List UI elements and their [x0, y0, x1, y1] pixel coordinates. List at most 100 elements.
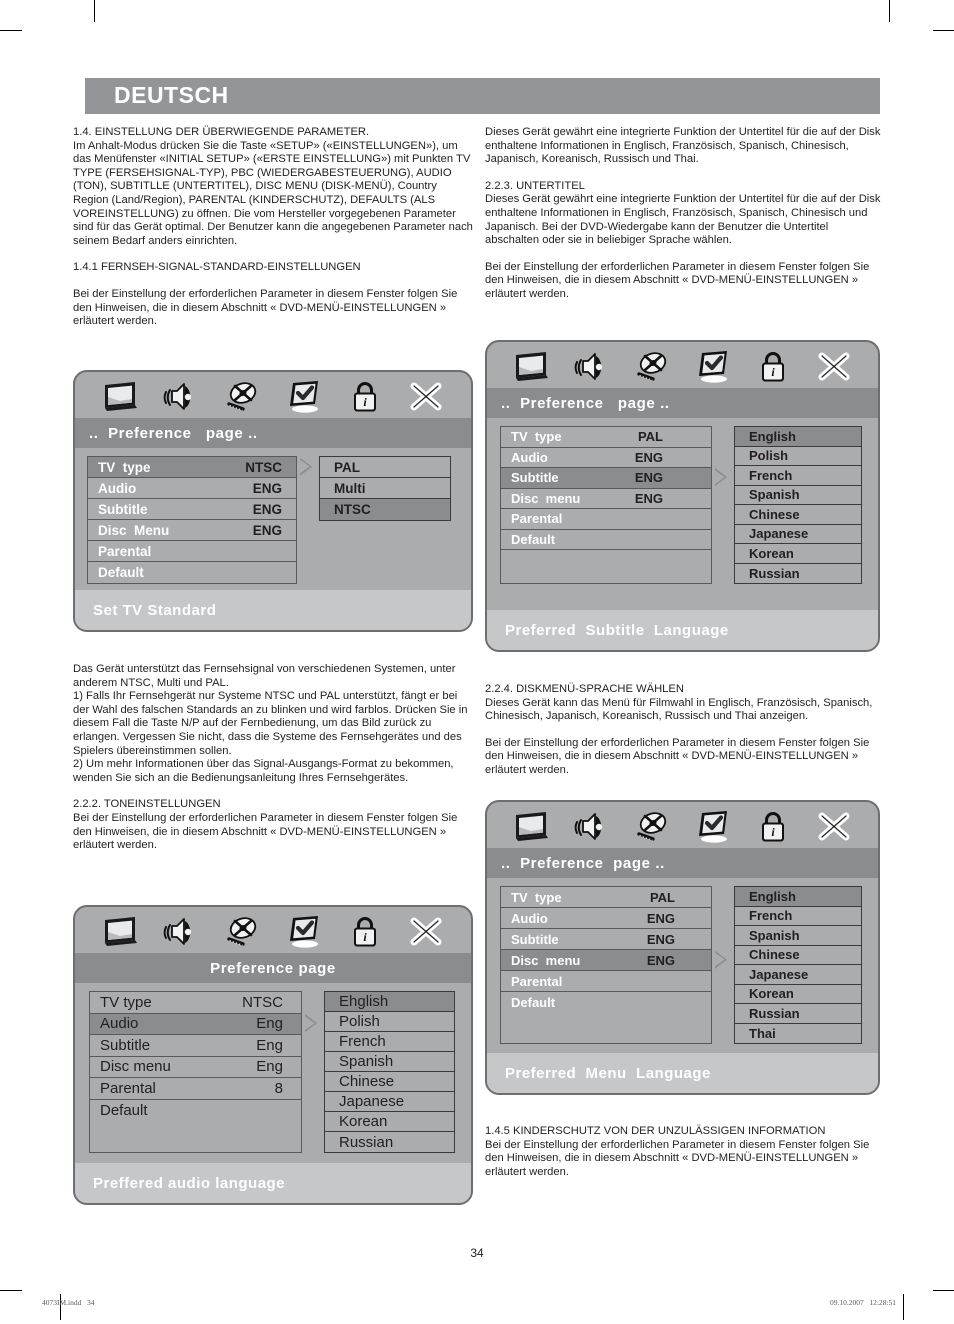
setting-value: ENG	[634, 490, 663, 506]
setting-row-audio[interactable]: Audio Eng	[90, 1013, 301, 1035]
osd-status-text: Preferred Menu Language	[505, 1064, 711, 1082]
option-row-japanese[interactable]: Japanese	[325, 1092, 454, 1112]
option-row-chinese[interactable]: Chinese	[325, 1072, 454, 1092]
setting-row-disc-menu[interactable]: Disc menu ENG	[501, 489, 711, 509]
crop-mark-top-right-horizontal	[933, 30, 954, 31]
close-x-icon[interactable]	[814, 809, 854, 845]
setting-row-parental[interactable]: Parental	[501, 971, 711, 992]
option-row-spanish[interactable]: Spanish	[735, 486, 861, 505]
setting-row-default[interactable]: Default	[501, 530, 711, 550]
setting-row-tv-type[interactable]: TV type PAL	[501, 887, 711, 908]
setting-row-parental[interactable]: Parental	[88, 541, 296, 562]
setting-row-default[interactable]: Default	[88, 562, 296, 583]
padlock-icon[interactable]: i	[753, 809, 793, 845]
setting-row-default[interactable]: Default	[501, 992, 711, 1013]
option-row-chinese[interactable]: Chinese	[735, 505, 861, 525]
setting-row-tv-type[interactable]: TV type PAL	[501, 427, 711, 448]
preference-check-icon[interactable]	[693, 349, 733, 385]
close-x-icon[interactable]	[406, 914, 446, 950]
tv-icon[interactable]	[511, 809, 551, 845]
option-row-multi[interactable]: Multi	[320, 478, 450, 499]
disc-icon[interactable]	[222, 914, 262, 950]
setting-row-audio[interactable]: Audio ENG	[501, 908, 711, 929]
option-row-spanish[interactable]: Spanish	[325, 1052, 454, 1072]
setting-row-audio[interactable]: Audio ENG	[501, 448, 711, 468]
setting-row-empty[interactable]	[501, 550, 711, 571]
close-x-icon[interactable]	[814, 349, 854, 385]
setting-label: Parental	[98, 543, 152, 559]
osd-titlebar: .. Preference page ..	[75, 418, 471, 448]
setting-row-tv-type[interactable]: TV type NTSC	[90, 992, 301, 1014]
heading-2-2-3: 2.2.3. UNTERTITEL	[485, 179, 585, 192]
left-column-text-block-2: Das Gerät unterstützt das Fernsehsignal …	[73, 663, 473, 853]
osd-icon-row: i	[487, 802, 878, 848]
setting-value: ENG	[646, 910, 675, 926]
setting-row-parental[interactable]: Parental	[501, 509, 711, 530]
tv-icon[interactable]	[100, 914, 140, 950]
setting-label: Subtitle	[98, 501, 148, 517]
option-row-korean[interactable]: Korean	[735, 985, 861, 1004]
note-2-2-3: Bei der Einstellung der erforderlichen P…	[485, 260, 870, 300]
option-row-pal[interactable]: PAL	[320, 457, 450, 478]
speaker-icon[interactable]	[161, 379, 201, 415]
option-row-thai[interactable]: Thai	[735, 1024, 861, 1044]
setting-row-subtitle[interactable]: Subtitle ENG	[501, 468, 711, 489]
option-row-polish[interactable]: Polish	[325, 1012, 454, 1032]
setting-label: Disc Menu	[98, 522, 170, 538]
option-row-russian[interactable]: Russian	[325, 1132, 454, 1152]
setting-row-subtitle[interactable]: Subtitle ENG	[501, 929, 711, 950]
setting-row-subtitle[interactable]: Subtitle ENG	[88, 499, 296, 520]
speaker-icon[interactable]	[572, 349, 612, 385]
setting-row-disc-menu[interactable]: Disc menu Eng	[90, 1057, 301, 1078]
option-row-spanish[interactable]: Spanish	[735, 926, 861, 946]
setting-row-default[interactable]: Default	[90, 1100, 301, 1122]
setting-row-parental[interactable]: Parental 8	[90, 1078, 301, 1100]
option-row-korean[interactable]: Korean	[325, 1112, 454, 1132]
osd-icon-row: i	[487, 342, 878, 388]
padlock-icon[interactable]: i	[345, 914, 385, 950]
setting-label: Default	[511, 995, 556, 1010]
setting-label: Disc menu	[100, 1058, 171, 1076]
option-row-japanese[interactable]: Japanese	[735, 965, 861, 985]
selection-arrow-icon	[715, 950, 727, 969]
option-row-english[interactable]: English	[735, 887, 861, 907]
setting-row-disc-menu[interactable]: Disc menu ENG	[501, 950, 711, 971]
crop-mark-bottom-left-horizontal	[0, 1290, 22, 1291]
preference-check-icon[interactable]	[284, 379, 324, 415]
option-row-english[interactable]: English	[735, 427, 861, 447]
option-row-polish[interactable]: Polish	[735, 447, 861, 466]
crop-mark-top-right-vertical	[889, 0, 890, 22]
osd-body: TV type NTSC Audio Eng Subtitle Eng Disc menu E…	[75, 983, 471, 1153]
disc-icon[interactable]	[222, 379, 262, 415]
setting-row-audio[interactable]: Audio ENG	[88, 478, 296, 499]
speaker-icon[interactable]	[572, 809, 612, 845]
osd-arrow-column	[297, 456, 319, 584]
option-row-korean[interactable]: Korean	[735, 544, 861, 564]
disc-icon[interactable]	[632, 349, 672, 385]
padlock-icon[interactable]: i	[753, 349, 793, 385]
setting-row-disc-menu[interactable]: Disc Menu ENG	[88, 520, 296, 541]
setting-label: Subtitle	[511, 470, 559, 486]
setting-row-tv-type[interactable]: TV type NTSC	[88, 457, 296, 478]
speaker-icon[interactable]	[161, 914, 201, 950]
tv-icon[interactable]	[100, 379, 140, 415]
heading-2-2-4: 2.2.4. DISKMENÜ-SPRACHE WÄHLEN	[485, 683, 684, 695]
option-row-ehglish[interactable]: Ehglish	[325, 992, 454, 1012]
disc-icon[interactable]	[632, 809, 672, 845]
preference-check-icon[interactable]	[693, 809, 733, 845]
option-row-french[interactable]: French	[735, 466, 861, 486]
option-row-french[interactable]: French	[325, 1032, 454, 1052]
close-x-icon[interactable]	[406, 379, 446, 415]
osd-arrow-column	[712, 886, 734, 1044]
tv-icon[interactable]	[511, 349, 551, 385]
option-row-japanese[interactable]: Japanese	[735, 525, 861, 544]
preference-check-icon[interactable]	[284, 914, 324, 950]
option-row-chinese[interactable]: Chinese	[735, 946, 861, 965]
padlock-icon[interactable]: i	[345, 379, 385, 415]
osd-options-panel: English French Spanish Chinese Japanese Korea…	[734, 886, 862, 1044]
option-row-french[interactable]: French	[735, 907, 861, 926]
option-row-ntsc[interactable]: NTSC	[320, 499, 450, 520]
setting-row-subtitle[interactable]: Subtitle Eng	[90, 1035, 301, 1057]
option-row-russian[interactable]: Russian	[735, 564, 861, 584]
option-row-russian[interactable]: Russian	[735, 1004, 861, 1024]
